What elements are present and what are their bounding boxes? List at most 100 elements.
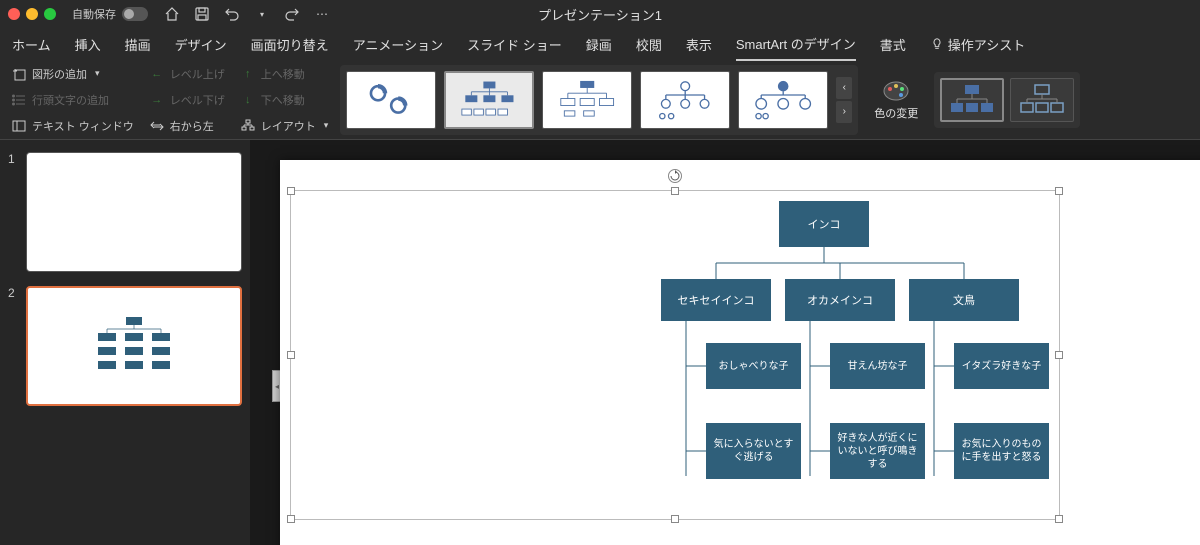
tab-review[interactable]: 校閲 xyxy=(636,29,662,60)
tab-assist[interactable]: 操作アシスト xyxy=(930,29,1025,60)
lightbulb-icon xyxy=(930,37,944,51)
move-up-button[interactable]: ↑ 上へ移動 xyxy=(237,64,333,84)
org-node-l2-2[interactable]: 文鳥 xyxy=(909,279,1019,321)
layout-button[interactable]: レイアウト▾ xyxy=(237,116,333,136)
slide-thumb-2-wrap: 2 xyxy=(8,286,242,406)
org-node-l2-0[interactable]: セキセイインコ xyxy=(661,279,771,321)
quick-access-toolbar: ▾ ⋯ xyxy=(164,6,330,22)
layout-icon xyxy=(241,119,255,133)
resize-handle-e[interactable] xyxy=(1055,351,1063,359)
save-icon[interactable] xyxy=(194,6,210,22)
document-title: プレゼンテーション1 xyxy=(538,5,662,24)
window-controls xyxy=(8,8,56,20)
layout-option-2[interactable] xyxy=(444,71,534,129)
more-icon[interactable]: ⋯ xyxy=(314,6,330,22)
right-to-left-button[interactable]: 右から左 xyxy=(146,116,229,136)
level-up-button[interactable]: ← レベル上げ xyxy=(146,64,229,84)
org-node-l2-1[interactable]: オカメインコ xyxy=(785,279,895,321)
style-option-2[interactable] xyxy=(1010,78,1074,122)
slide-thumbnail-1[interactable] xyxy=(26,152,242,272)
title-bar: 自動保存 ▾ ⋯ プレゼンテーション1 xyxy=(0,0,1200,28)
org-node-root[interactable]: インコ xyxy=(779,201,869,247)
arrow-right-icon: → xyxy=(150,93,164,107)
autosave-label: 自動保存 xyxy=(72,6,116,22)
add-shape-button[interactable]: 図形の追加▾ xyxy=(8,64,138,84)
maximize-window-button[interactable] xyxy=(44,8,56,20)
tab-slideshow[interactable]: スライド ショー xyxy=(467,29,562,60)
tab-record[interactable]: 録画 xyxy=(586,29,612,60)
add-bullet-button[interactable]: 行頭文字の追加 xyxy=(8,90,138,110)
org-node-l3b-2[interactable]: お気に入りのものに手を出すと怒る xyxy=(954,423,1049,479)
slide-thumb-1-wrap: 1 xyxy=(8,152,242,272)
org-node-l3a-0[interactable]: おしゃべりな子 xyxy=(706,343,801,389)
tab-view[interactable]: 表示 xyxy=(686,29,712,60)
style-option-1[interactable] xyxy=(940,78,1004,122)
minimize-window-button[interactable] xyxy=(26,8,38,20)
slide-number-2: 2 xyxy=(8,286,20,406)
tab-transitions[interactable]: 画面切り替え xyxy=(251,29,329,60)
assist-label: 操作アシスト xyxy=(948,35,1025,54)
add-shape-icon xyxy=(12,67,26,81)
menu-tabs: ホーム 挿入 描画 デザイン 画面切り替え アニメーション スライド ショー 録… xyxy=(0,28,1200,60)
undo-icon[interactable] xyxy=(224,6,240,22)
resize-handle-sw[interactable] xyxy=(287,515,295,523)
resize-handle-nw[interactable] xyxy=(287,187,295,195)
tab-design[interactable]: デザイン xyxy=(175,29,227,60)
layout-option-4[interactable] xyxy=(640,71,730,129)
resize-handle-w[interactable] xyxy=(287,351,295,359)
ribbon-group-move: ↑ 上へ移動 ↓ 下へ移動 レイアウト▾ xyxy=(237,64,333,136)
org-node-l3a-2[interactable]: イタズラ好きな子 xyxy=(954,343,1049,389)
text-pane-icon xyxy=(12,119,26,133)
tab-animations[interactable]: アニメーション xyxy=(353,29,443,60)
bullet-icon xyxy=(12,93,26,107)
chevron-down-icon: ▾ xyxy=(95,68,100,79)
level-down-button[interactable]: → レベル下げ xyxy=(146,90,229,110)
resize-handle-n[interactable] xyxy=(671,187,679,195)
chevron-down-icon: ▾ xyxy=(324,120,329,131)
arrow-up-icon: ↑ xyxy=(241,67,255,81)
layout-option-3[interactable] xyxy=(542,71,632,129)
tab-draw[interactable]: 描画 xyxy=(125,29,151,60)
home-icon[interactable] xyxy=(164,6,180,22)
slide-thumbnail-2[interactable] xyxy=(26,286,242,406)
tab-insert[interactable]: 挿入 xyxy=(75,29,101,60)
gallery-nav: ‹ › xyxy=(836,77,852,123)
resize-handle-se[interactable] xyxy=(1055,515,1063,523)
layout-option-5[interactable] xyxy=(738,71,828,129)
arrow-left-icon: ← xyxy=(150,67,164,81)
slide-number-1: 1 xyxy=(8,152,20,272)
autosave-toggle[interactable] xyxy=(122,7,148,21)
org-node-l3a-1[interactable]: 甘えん坊な子 xyxy=(830,343,925,389)
tab-format[interactable]: 書式 xyxy=(880,29,906,60)
rotation-handle[interactable] xyxy=(668,169,682,183)
palette-icon xyxy=(881,79,911,101)
style-gallery xyxy=(934,72,1080,128)
resize-handle-ne[interactable] xyxy=(1055,187,1063,195)
layout-option-1[interactable] xyxy=(346,71,436,129)
redo-icon[interactable] xyxy=(284,6,300,22)
gallery-prev-button[interactable]: ‹ xyxy=(836,77,852,99)
change-colors-button[interactable]: 色の変更 xyxy=(866,75,926,125)
org-node-l3b-0[interactable]: 気に入らないとすぐ逃げる xyxy=(706,423,801,479)
smartart-frame[interactable]: インコ セキセイインコ オカメインコ 文鳥 おしゃべりな子 甘えん坊な子 xyxy=(290,190,1060,520)
arrow-down-icon: ↓ xyxy=(241,93,255,107)
resize-handle-s[interactable] xyxy=(671,515,679,523)
ribbon: 図形の追加▾ 行頭文字の追加 テキスト ウィンドウ ← レベル上げ → レベル下… xyxy=(0,60,1200,140)
ribbon-group-level: ← レベル上げ → レベル下げ 右から左 xyxy=(146,64,229,136)
org-connector-lines xyxy=(291,191,1061,521)
tab-home[interactable]: ホーム xyxy=(12,29,51,60)
org-node-l3b-1[interactable]: 好きな人が近くにいないと呼び鳴きする xyxy=(830,423,925,479)
undo-dropdown-icon[interactable]: ▾ xyxy=(254,6,270,22)
workspace: 1 2 ◂ xyxy=(0,140,1200,545)
slide-canvas[interactable]: インコ セキセイインコ オカメインコ 文鳥 おしゃべりな子 甘えん坊な子 xyxy=(280,160,1200,545)
gallery-next-button[interactable]: › xyxy=(836,101,852,123)
layout-gallery: ‹ › xyxy=(340,65,858,135)
close-window-button[interactable] xyxy=(8,8,20,20)
autosave-control: 自動保存 xyxy=(72,6,148,22)
slide-thumbnail-panel[interactable]: 1 2 xyxy=(0,140,250,545)
swap-icon xyxy=(150,119,164,133)
move-down-button[interactable]: ↓ 下へ移動 xyxy=(237,90,333,110)
text-window-button[interactable]: テキスト ウィンドウ xyxy=(8,116,138,136)
slide-canvas-area[interactable]: ◂ xyxy=(250,140,1200,545)
tab-smartart-design[interactable]: SmartArt のデザイン xyxy=(736,28,856,61)
